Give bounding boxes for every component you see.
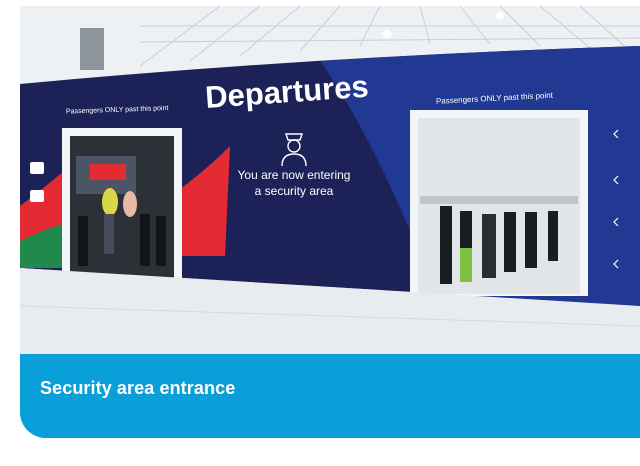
image-card: Departures Passengers ONLY past this poi…: [20, 6, 640, 438]
photo-illustration: Departures Passengers ONLY past this poi…: [20, 6, 640, 354]
window: [80, 28, 104, 70]
ceiling-light: [496, 12, 504, 20]
security-notice-line2: a security area: [255, 184, 334, 198]
image-caption: Security area entrance: [40, 378, 236, 398]
ceiling-light: [383, 30, 391, 38]
screen-red: [90, 164, 126, 180]
traveller: [104, 214, 114, 254]
traveller: [123, 191, 137, 217]
security-notice-line1: You are now entering: [238, 168, 351, 182]
security-entrance-photo: Departures Passengers ONLY past this poi…: [20, 6, 640, 354]
traveller: [102, 188, 118, 216]
security-desk: [420, 196, 578, 204]
caption-band: Security area entrance: [20, 354, 640, 438]
